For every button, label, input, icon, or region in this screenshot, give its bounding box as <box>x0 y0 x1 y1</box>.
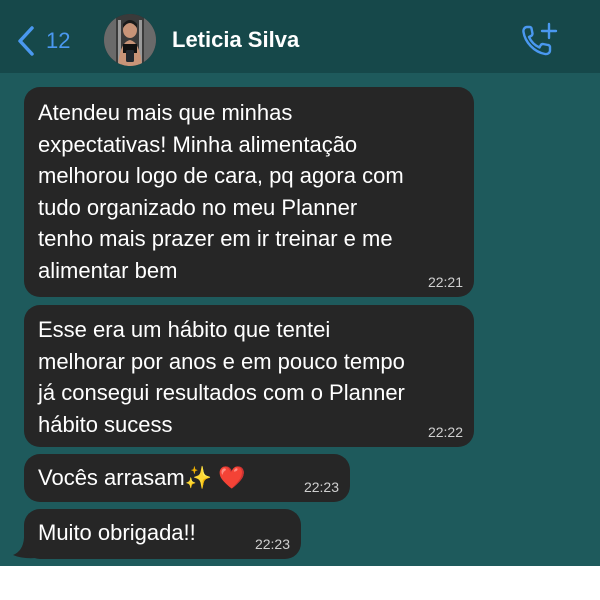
chat-screen: 12 Leticia Silva Atendeu mais que minhas… <box>0 0 600 566</box>
contact-name[interactable]: Leticia Silva <box>172 27 299 53</box>
message-bubble-1[interactable]: Atendeu mais que minhas expectativas! Mi… <box>24 87 474 297</box>
message-text: Vocês arrasam✨ ❤️ <box>38 465 246 490</box>
message-time: 22:23 <box>303 479 339 495</box>
add-call-button[interactable] <box>520 22 560 63</box>
message-time: 22:21 <box>427 274 463 290</box>
message-bubble-3[interactable]: Vocês arrasam✨ ❤️ 22:23 <box>24 454 350 502</box>
message-bubble-2[interactable]: Esse era um hábito que tentei melhorar p… <box>24 305 474 447</box>
message-time: 22:23 <box>254 536 290 552</box>
back-button[interactable]: 12 <box>16 24 70 58</box>
message-text: Muito obrigada!! <box>38 520 196 545</box>
chat-header: 12 Leticia Silva <box>0 0 600 73</box>
message-bubble-4[interactable]: Muito obrigada!! 22:23 <box>24 509 301 559</box>
message-time: 22:22 <box>427 424 463 440</box>
message-text: Atendeu mais que minhas expectativas! Mi… <box>38 100 404 283</box>
message-text: Esse era um hábito que tentei melhorar p… <box>38 317 405 437</box>
avatar[interactable] <box>104 14 156 66</box>
back-chevron-icon <box>16 25 36 57</box>
add-call-icon <box>520 22 560 62</box>
unread-count: 12 <box>46 28 71 53</box>
